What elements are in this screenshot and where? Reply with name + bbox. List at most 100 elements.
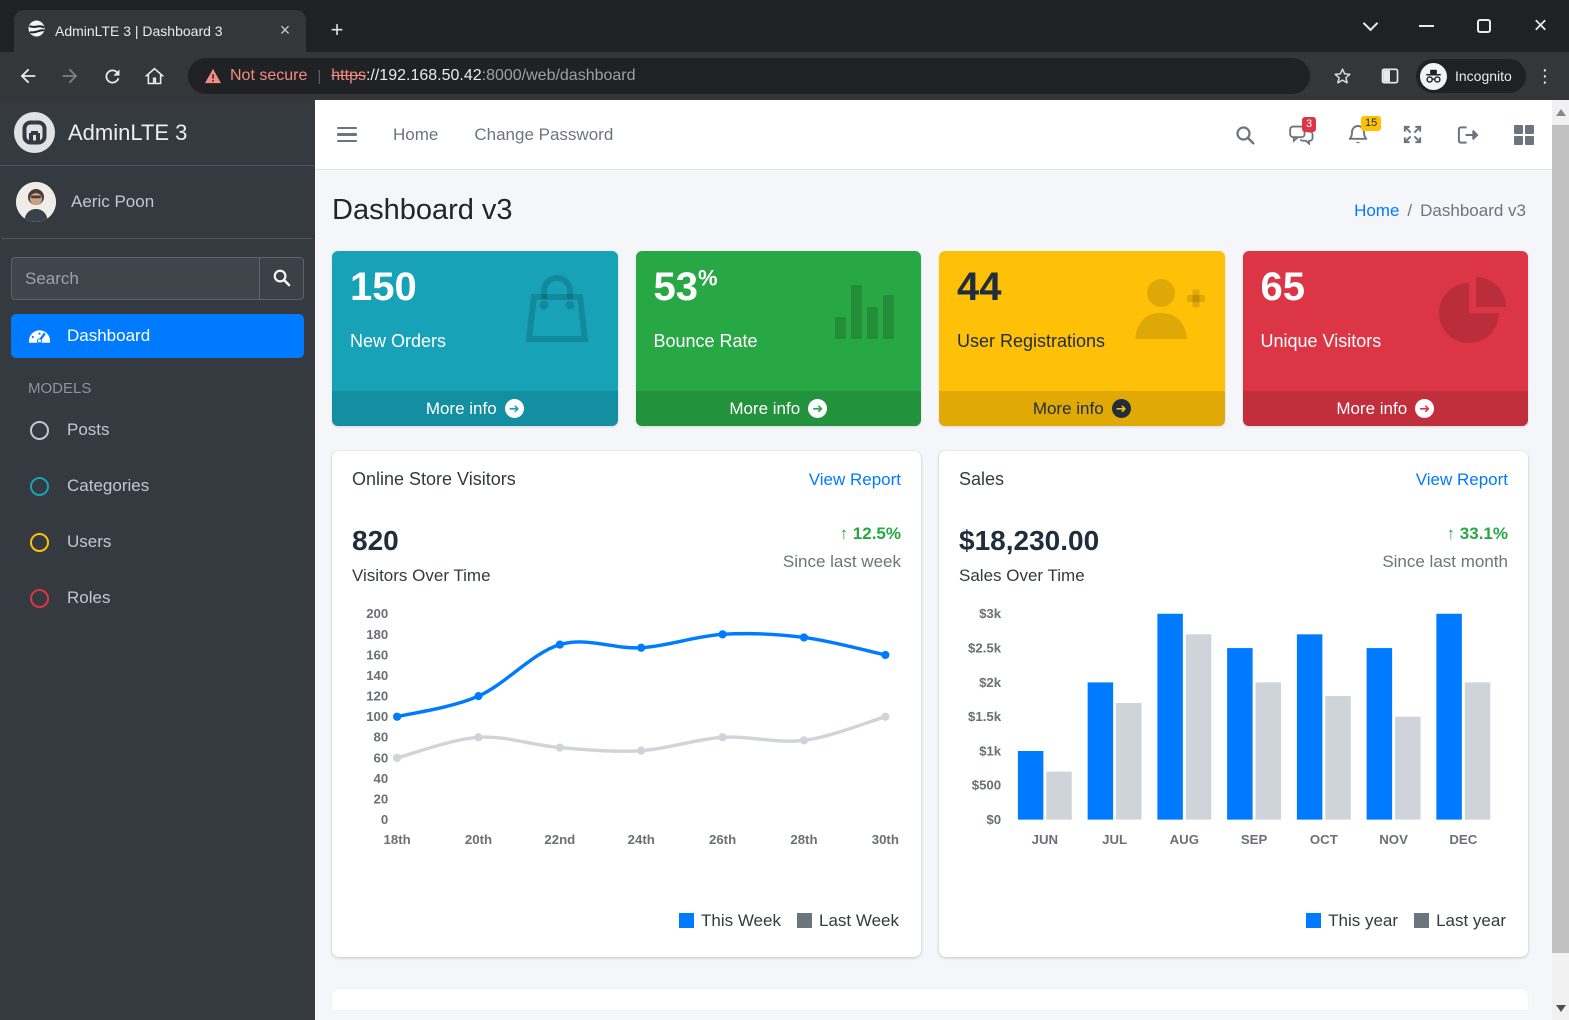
window-controls: × [1342, 0, 1569, 52]
url-bar[interactable]: Not secure | https://192.168.50.42:8000/… [188, 58, 1310, 94]
svg-text:180: 180 [366, 626, 388, 641]
svg-text:SEP: SEP [1241, 832, 1268, 847]
pie-chart-icon [1438, 275, 1508, 348]
circle-icon [23, 532, 56, 552]
svg-text:$1.5k: $1.5k [968, 709, 1002, 724]
forward-button[interactable] [50, 56, 90, 96]
sidebar-search-input[interactable] [12, 258, 259, 299]
more-info-link[interactable]: More info ➜ [1242, 391, 1528, 426]
svg-text:18th: 18th [384, 832, 411, 847]
hamburger-menu-icon[interactable] [337, 126, 357, 143]
not-secure-label: Not secure [230, 67, 308, 84]
svg-text:20th: 20th [465, 832, 492, 847]
messages-icon[interactable]: 3 [1289, 116, 1317, 145]
tab-close-icon[interactable]: × [274, 20, 296, 42]
legend-this-week: This Week [678, 911, 781, 931]
back-button[interactable] [8, 56, 48, 96]
logout-icon[interactable] [1457, 125, 1480, 145]
grid-layout-icon[interactable] [1514, 124, 1534, 145]
svg-text:200: 200 [366, 606, 388, 621]
sidebar-item-users[interactable]: Users [11, 515, 304, 569]
browser-toolbar: Not secure | https://192.168.50.42:8000/… [0, 52, 1569, 100]
scrollbar-down-icon[interactable] [1552, 1000, 1569, 1017]
notifications-badge: 15 [1361, 115, 1382, 131]
sales-total: $18,230.00 [959, 525, 1100, 556]
sidebar-item-categories[interactable]: Categories [11, 459, 304, 513]
sidebar-item-posts[interactable]: Posts [11, 403, 304, 457]
online-store-visitors-card: Online Store Visitors View Report 820 Vi… [332, 451, 921, 957]
adminlte-logo-icon [14, 112, 55, 153]
window-close-button[interactable]: × [1512, 6, 1569, 46]
messages-badge: 3 [1302, 116, 1317, 132]
svg-text:NOV: NOV [1379, 832, 1408, 847]
card-title: Online Store Visitors [352, 469, 516, 489]
svg-text:$1k: $1k [979, 743, 1002, 758]
chart-legend: This year Last year [1306, 911, 1506, 931]
svg-text:60: 60 [374, 750, 389, 765]
sales-delta: ↑ 33.1% [1446, 524, 1508, 543]
browser-menu-icon[interactable]: ⋮ [1532, 66, 1558, 87]
sidebar-item-label: Roles [67, 588, 111, 607]
home-button[interactable] [134, 56, 174, 96]
reload-button[interactable] [92, 56, 132, 96]
search-icon [272, 268, 291, 290]
page-scrollbar[interactable] [1552, 100, 1569, 1020]
breadcrumb-home-link[interactable]: Home [1354, 201, 1399, 220]
sales-card: Sales View Report $18,230.00 Sales Over … [939, 451, 1528, 957]
circle-icon [23, 476, 56, 496]
legend-swatch [1414, 913, 1430, 928]
visitors-label: Visitors Over Time [352, 565, 491, 585]
more-info-link[interactable]: More info ➜ [939, 391, 1225, 426]
nav-link-home[interactable]: Home [393, 125, 438, 145]
svg-text:30th: 30th [872, 832, 899, 847]
svg-text:26th: 26th [709, 832, 736, 847]
view-report-link[interactable]: View Report [809, 470, 901, 490]
visitors-total: 820 [352, 525, 399, 556]
more-info-link[interactable]: More info ➜ [332, 391, 618, 426]
card-title: Sales [959, 469, 1005, 489]
fullscreen-icon[interactable] [1402, 124, 1423, 145]
svg-text:JUN: JUN [1032, 832, 1058, 847]
info-box-new-orders: 150 New Orders More info ➜ [332, 251, 618, 426]
new-tab-button[interactable]: + [322, 16, 352, 46]
svg-text:24th: 24th [628, 832, 655, 847]
incognito-icon [1420, 62, 1447, 90]
notifications-bell-icon[interactable]: 15 [1348, 115, 1382, 146]
scrollbar-up-icon[interactable] [1552, 104, 1569, 121]
tab-search-chevron-icon[interactable] [1342, 6, 1398, 46]
visitors-delta: ↑ 12.5% [839, 524, 901, 543]
breadcrumb-current: Dashboard v3 [1420, 200, 1526, 220]
scrollbar-thumb[interactable] [1552, 125, 1569, 953]
browser-tabstrip: AdminLTE 3 | Dashboard 3 × + × [0, 0, 1569, 52]
legend-swatch [1306, 913, 1322, 928]
bookmark-star-icon[interactable] [1322, 56, 1362, 96]
breadcrumb: Home / Dashboard v3 [1354, 200, 1526, 220]
user-name[interactable]: Aeric Poon [71, 192, 154, 212]
user-avatar[interactable] [16, 182, 56, 222]
svg-text:DEC: DEC [1449, 832, 1477, 847]
tachometer-icon [23, 329, 56, 344]
window-maximize-button[interactable] [1455, 6, 1512, 46]
sidebar-search [11, 257, 304, 300]
sidebar-search-button[interactable] [259, 258, 303, 299]
svg-text:140: 140 [366, 668, 388, 683]
info-box-user-registrations: 44 User Registrations More info ➜ [939, 251, 1225, 426]
sidebar-item-label: Dashboard [67, 326, 151, 345]
view-report-link[interactable]: View Report [1416, 470, 1508, 490]
info-box-bounce-rate: 53% Bounce Rate More info ➜ [635, 251, 921, 426]
navbar-search-icon[interactable] [1235, 125, 1255, 145]
browser-tab[interactable]: AdminLTE 3 | Dashboard 3 × [14, 10, 306, 52]
chart-legend: This Week Last Week [678, 911, 899, 931]
nav-link-change-password[interactable]: Change Password [474, 125, 613, 145]
svg-text:120: 120 [366, 688, 388, 703]
svg-text:$3k: $3k [979, 606, 1002, 621]
sidebar-item-roles[interactable]: Roles [11, 571, 304, 625]
more-info-link[interactable]: More info ➜ [635, 391, 921, 426]
window-minimize-button[interactable] [1398, 6, 1455, 46]
sales-bar-chart: $0 $500 $1k $1.5k $2k $2.5k $3k JUN JUL AUG SEP OCT… [968, 606, 1491, 847]
info-box-unique-visitors: 65 Unique Visitors More info ➜ [1242, 251, 1528, 426]
sidebar-item-dashboard[interactable]: Dashboard [11, 314, 304, 358]
brand[interactable]: AdminLTE 3 [0, 100, 315, 166]
side-panel-icon[interactable] [1370, 56, 1410, 96]
incognito-badge: Incognito [1416, 59, 1526, 93]
